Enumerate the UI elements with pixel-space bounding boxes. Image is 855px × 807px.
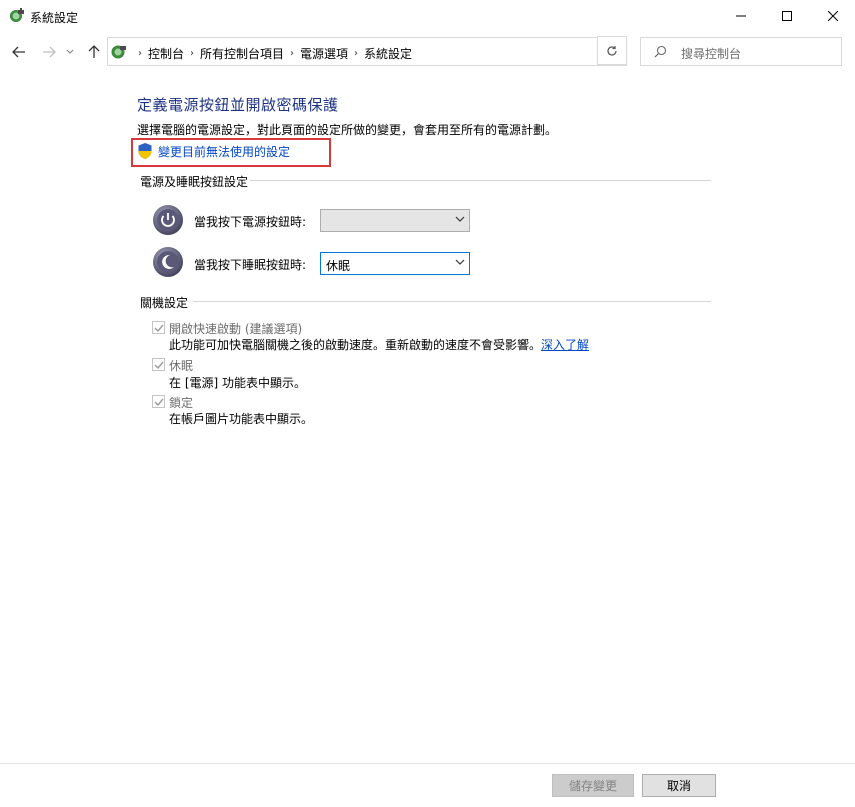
recent-locations-button[interactable] [63,42,77,62]
close-button[interactable] [810,0,855,32]
sleep-button-icon [153,247,183,277]
breadcrumb-item[interactable]: 系統設定 [364,45,412,62]
save-changes-button[interactable]: 儲存變更 [552,774,634,797]
refresh-icon [607,45,617,56]
forward-button[interactable] [39,42,59,62]
window-title: 系統設定 [30,11,79,25]
up-button[interactable] [84,42,104,62]
lock-label: 鎖定 [169,396,194,410]
fast-startup-checkbox[interactable] [152,321,165,334]
page-title: 定義電源按鈕並開啟密碼保護 [137,96,339,114]
footer-divider [0,763,855,764]
breadcrumb-item[interactable]: 控制台 [148,45,184,62]
lock-description: 在帳戶圖片功能表中顯示。 [169,412,314,426]
refresh-button[interactable] [597,36,627,65]
power-section-title: 電源及睡眠按鈕設定 [140,175,249,189]
title-bar: 系統設定 [0,0,855,32]
breadcrumb: › 控制台 › 所有控制台項目 › 電源選項 › 系統設定 [132,45,412,62]
minimize-icon [736,15,746,17]
fast-startup-label: 開啟快速啟動 (建議選項) [169,322,303,336]
maximize-button[interactable] [764,0,810,32]
close-icon [828,11,838,21]
arrow-left-icon [12,46,25,58]
breadcrumb-separator[interactable]: › [354,48,358,59]
change-unavailable-settings-link[interactable]: 變更目前無法使用的設定 [158,143,290,160]
divider [193,301,711,302]
checkmark-icon [154,361,164,370]
search-input[interactable]: 搜尋控制台 [681,45,741,62]
fast-startup-desc-text: 此功能可加快電腦關機之後的啟動速度。重新啟動的速度不會受影響。 [169,338,542,352]
learn-more-link[interactable]: 深入了解 [541,338,589,352]
breadcrumb-separator[interactable]: › [290,48,294,59]
breadcrumb-separator[interactable]: › [190,48,194,59]
arrow-up-icon [88,45,100,58]
search-box[interactable]: 搜尋控制台 [640,37,842,66]
power-options-icon [10,8,24,22]
minimize-button[interactable] [718,0,764,32]
lock-checkbox[interactable] [152,395,165,408]
chevron-down-icon [66,49,74,54]
power-button-label: 當我按下電源按鈕時: [194,215,307,229]
sleep-button-label: 當我按下睡眠按鈕時: [194,258,307,272]
sleep-button-action-select[interactable]: 休眠 [320,252,470,275]
address-bar[interactable]: › 控制台 › 所有控制台項目 › 電源選項 › 系統設定 [107,37,694,66]
breadcrumb-separator: › [138,48,142,59]
shield-icon [138,143,152,159]
control-panel-icon [111,45,126,59]
hibernate-checkbox[interactable] [152,358,165,371]
fast-startup-description: 此功能可加快電腦關機之後的啟動速度。重新啟動的速度不會受影響。深入了解 [169,336,589,353]
search-icon [654,45,667,58]
select-value: 休眠 [326,259,351,273]
chevron-down-icon [455,216,465,222]
checkmark-icon [154,324,164,333]
page-description: 選擇電腦的電源設定，對此頁面的設定所做的變更，會套用至所有的電源計劃。 [137,123,558,137]
divider [250,180,711,181]
checkmark-icon [154,398,164,407]
chevron-down-icon [455,259,465,265]
breadcrumb-item[interactable]: 所有控制台項目 [200,45,284,62]
navigation-bar: › 控制台 › 所有控制台項目 › 電源選項 › 系統設定 搜尋控制台 [0,36,855,68]
hibernate-label: 休眠 [169,359,194,373]
shutdown-section-title: 關機設定 [140,296,189,310]
power-button-action-select[interactable] [320,209,470,232]
maximize-icon [782,11,792,21]
hibernate-description: 在 [電源] 功能表中顯示。 [169,376,306,390]
power-button-icon [153,205,183,235]
back-button[interactable] [9,42,29,62]
arrow-right-icon [43,46,56,58]
breadcrumb-item[interactable]: 電源選項 [300,45,348,62]
cancel-button[interactable]: 取消 [642,774,716,797]
